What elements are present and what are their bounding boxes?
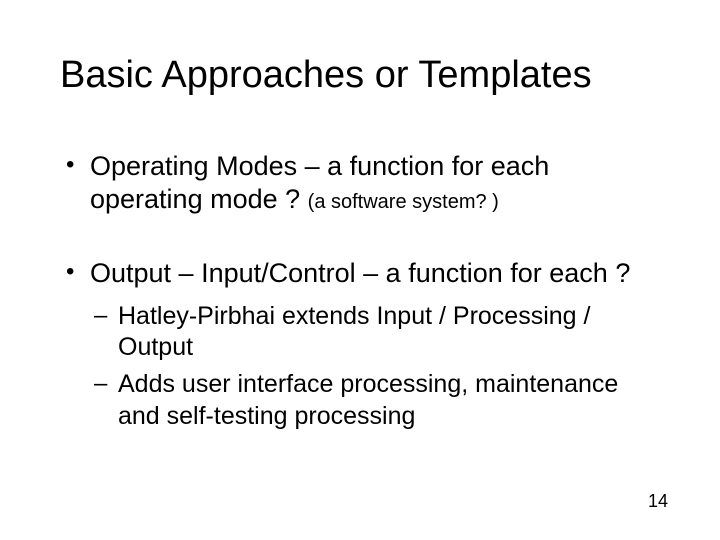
bullet-text: Output – Input/Control – a function for … <box>90 258 630 288</box>
bullet-paren: (a software system? ) <box>308 191 499 213</box>
sub-bullet-item: Adds user interface processing, maintena… <box>90 369 660 432</box>
page-number: 14 <box>648 491 668 512</box>
bullet-item: Operating Modes – a function for each op… <box>60 150 660 218</box>
bullet-list: Operating Modes – a function for each op… <box>60 150 660 432</box>
sub-bullet-text: Adds user interface processing, maintena… <box>118 370 618 429</box>
slide-title: Basic Approaches or Templates <box>60 54 660 98</box>
sub-bullet-item: Hatley-Pirbhai extends Input / Processin… <box>90 301 660 364</box>
sub-bullet-text: Hatley-Pirbhai extends Input / Processin… <box>118 302 590 361</box>
sub-bullet-list: Hatley-Pirbhai extends Input / Processin… <box>90 301 660 432</box>
bullet-item: Output – Input/Control – a function for … <box>60 257 660 432</box>
